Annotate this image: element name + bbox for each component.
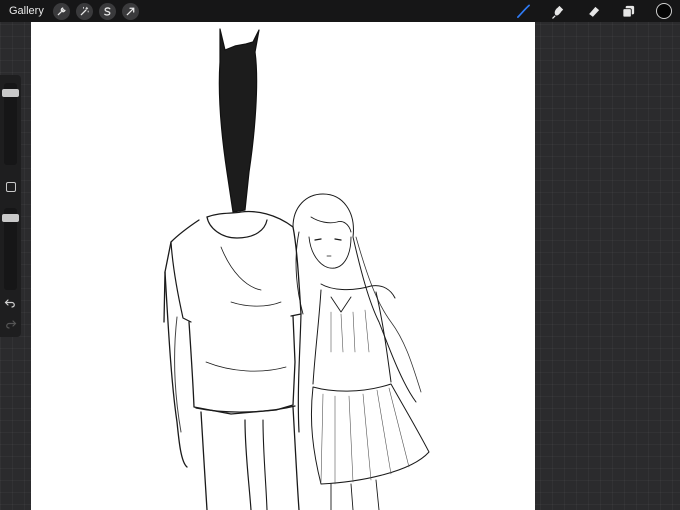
layers-icon[interactable]	[618, 1, 638, 21]
smudge-icon[interactable]	[548, 1, 568, 21]
brush-icon[interactable]	[513, 1, 533, 21]
redo-icon[interactable]	[4, 318, 17, 330]
gallery-button[interactable]: Gallery	[9, 5, 47, 17]
top-toolbar: Gallery	[0, 0, 680, 22]
modifier-square-icon[interactable]	[6, 182, 16, 192]
magic-wand-icon[interactable]	[76, 2, 93, 20]
brush-size-thumb[interactable]	[2, 89, 19, 97]
color-picker-icon[interactable]	[656, 3, 672, 19]
drawing-canvas[interactable]	[31, 22, 535, 510]
right-toolset	[498, 0, 680, 22]
brush-opacity-slider[interactable]	[2, 208, 19, 290]
eraser-icon[interactable]	[583, 1, 603, 21]
brush-size-slider[interactable]	[2, 83, 19, 165]
wrench-icon[interactable]	[53, 2, 70, 20]
undo-icon[interactable]	[4, 297, 17, 309]
selection-icon[interactable]	[99, 2, 116, 20]
transform-icon[interactable]	[122, 2, 139, 20]
left-sidebar	[0, 75, 21, 337]
brush-opacity-thumb[interactable]	[2, 214, 19, 222]
sketch-drawing	[163, 28, 430, 510]
